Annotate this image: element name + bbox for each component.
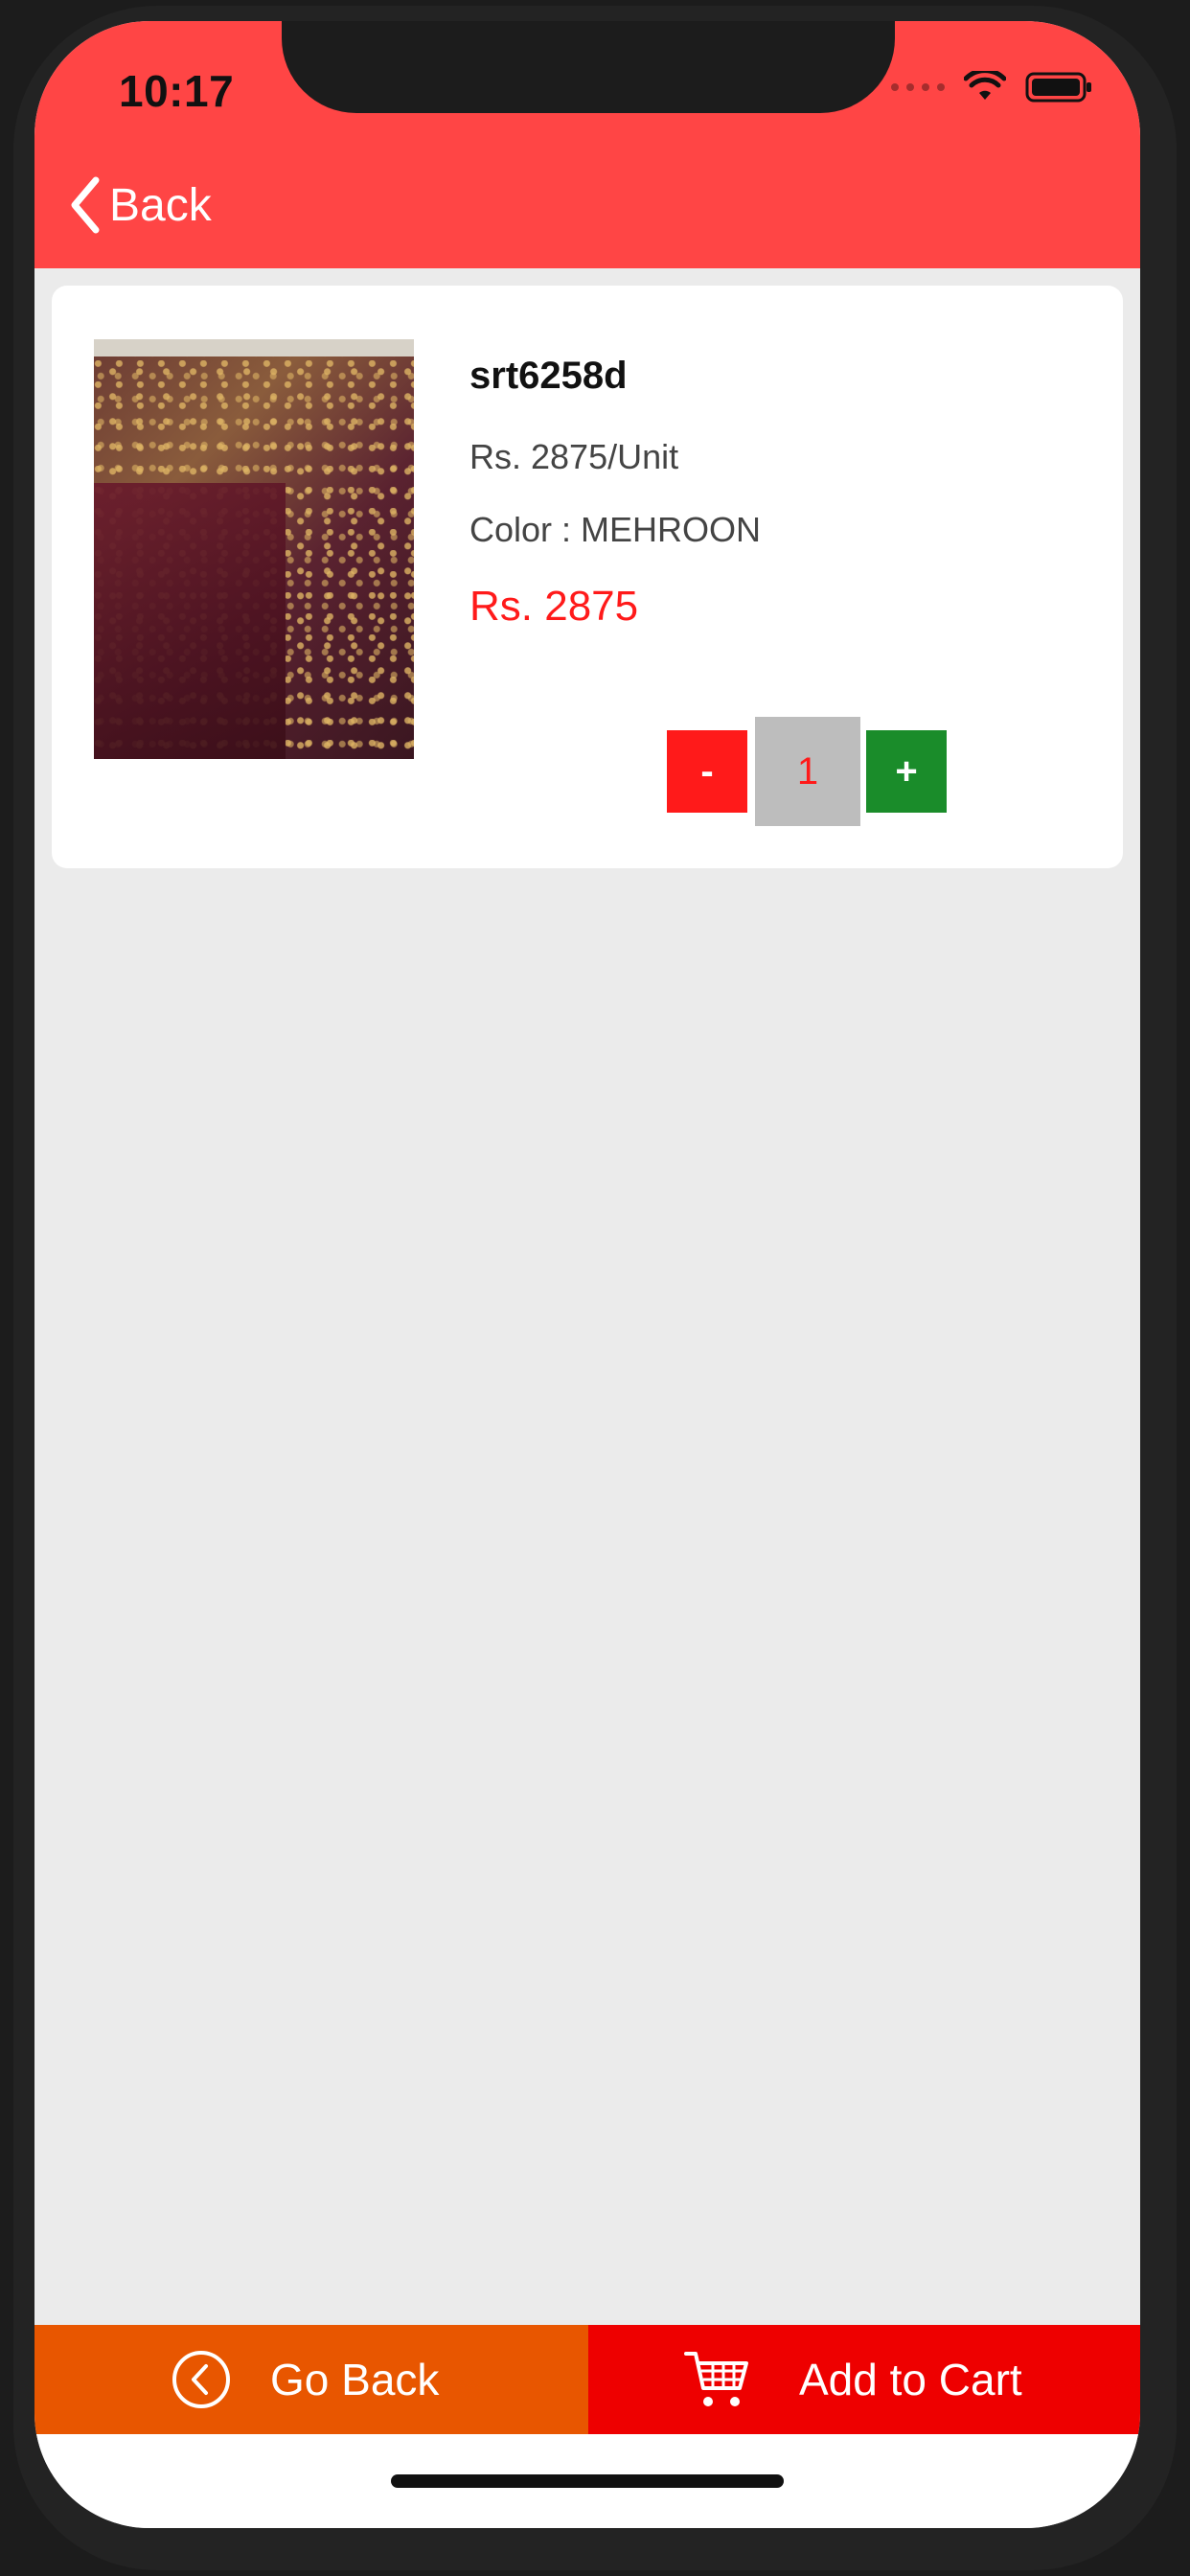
battery-icon bbox=[1025, 72, 1091, 103]
quantity-increase-button[interactable]: + bbox=[866, 730, 947, 813]
chevron-left-icon bbox=[71, 176, 100, 234]
add-to-cart-label: Add to Cart bbox=[799, 2355, 1022, 2404]
back-label: Back bbox=[109, 179, 212, 231]
device-frame: 10:17 Back srt6258d Rs. 2875/Unit Color … bbox=[0, 0, 1190, 2576]
cart-item-card: srt6258d Rs. 2875/Unit Color : MEHROON R… bbox=[52, 286, 1123, 868]
home-indicator-area bbox=[34, 2434, 1140, 2528]
device-notch bbox=[282, 21, 895, 113]
status-icons bbox=[891, 71, 1094, 104]
quantity-decrease-button[interactable]: - bbox=[667, 730, 747, 813]
add-to-cart-button[interactable]: Add to Cart bbox=[588, 2325, 1140, 2434]
quantity-value: 1 bbox=[755, 717, 860, 826]
circle-chevron-left-icon bbox=[172, 2351, 230, 2408]
home-indicator[interactable] bbox=[391, 2474, 784, 2488]
product-code: srt6258d bbox=[469, 355, 628, 397]
total-price: Rs. 2875 bbox=[469, 583, 639, 630]
go-back-button[interactable]: Go Back bbox=[34, 2325, 588, 2434]
go-back-label: Go Back bbox=[270, 2355, 440, 2404]
status-time: 10:17 bbox=[119, 66, 235, 116]
signal-icon bbox=[891, 83, 945, 91]
unit-price: Rs. 2875/Unit bbox=[469, 437, 679, 476]
cart-icon bbox=[684, 2352, 748, 2406]
app-header: 10:17 Back bbox=[34, 21, 1140, 268]
bottom-action-bar: Go Back Add to Cart bbox=[34, 2325, 1140, 2434]
wifi-icon bbox=[964, 71, 1006, 100]
back-button[interactable]: Back bbox=[67, 174, 212, 236]
product-color: Color : MEHROON bbox=[469, 510, 762, 549]
app-screen: 10:17 Back srt6258d Rs. 2875/Unit Color … bbox=[34, 21, 1140, 2528]
product-image bbox=[94, 339, 414, 759]
